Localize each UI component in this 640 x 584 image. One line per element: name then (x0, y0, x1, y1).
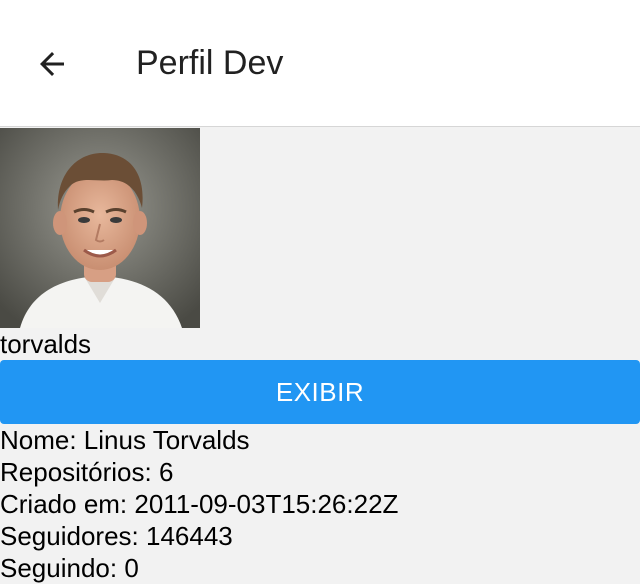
profile-details: Nome: Linus Torvalds Repositórios: 6 Cri… (0, 424, 640, 584)
app-bar: Perfil Dev (0, 0, 640, 127)
detail-name: Nome: Linus Torvalds (0, 425, 250, 455)
exibir-button[interactable]: EXIBIR (0, 360, 640, 424)
detail-created-at: Criado em: 2011-09-03T15:26:22Z (0, 489, 399, 519)
avatar (0, 128, 200, 328)
profile-content: torvalds EXIBIR Nome: Linus Torvalds Rep… (0, 128, 640, 584)
back-button[interactable] (22, 34, 82, 94)
arrow-left-icon (40, 52, 64, 76)
detail-repositories: Repositórios: 6 (0, 457, 174, 487)
avatar-photo (0, 128, 200, 328)
detail-followers: Seguidores: 146443 (0, 521, 233, 551)
detail-following: Seguindo: 0 (0, 553, 139, 583)
page-title: Perfil Dev (136, 44, 284, 82)
username: torvalds (0, 329, 92, 359)
